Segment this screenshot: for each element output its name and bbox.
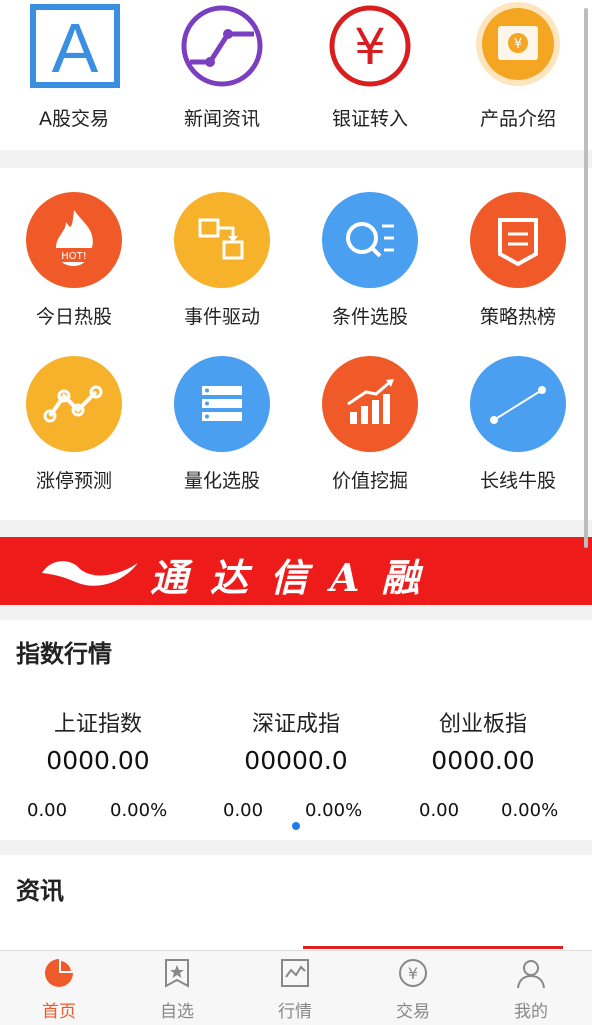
index-change: 0.00 <box>27 800 68 821</box>
feature-label: 今日热股 <box>35 306 112 328</box>
tab-label: 交易 <box>396 1002 430 1022</box>
index-section-title: 指数行情 <box>16 640 112 668</box>
feature-label: 涨停预测 <box>35 470 112 492</box>
svg-text:HOT!: HOT! <box>61 251 87 262</box>
tab-label: 我的 <box>514 1002 548 1022</box>
feature-label: 策略热榜 <box>479 306 556 328</box>
favorites-star-icon <box>165 959 189 988</box>
shortcut-transfer[interactable]: ¥ 银证转入 <box>296 0 444 150</box>
news-section: 资讯 <box>0 855 592 955</box>
index-change-pct: 0.00% <box>305 800 363 821</box>
tab-label: 首页 <box>42 1002 76 1022</box>
feature-label: 条件选股 <box>331 306 408 328</box>
index-change: 0.00 <box>223 800 264 821</box>
tab-market[interactable]: 行情 <box>236 951 354 1025</box>
yen-transfer-icon: ¥ <box>329 5 411 87</box>
quant-list-icon <box>174 356 270 452</box>
value-chart-icon <box>322 356 418 452</box>
index-name: 深证成指 <box>251 712 340 737</box>
feature-quant-select[interactable]: 量化选股 <box>148 338 296 508</box>
home-pie-icon <box>45 959 73 987</box>
market-chart-icon <box>281 959 309 987</box>
shortcut-label: 新闻资讯 <box>183 108 260 130</box>
news-section-title: 资讯 <box>16 877 64 905</box>
index-item-shenzhen[interactable]: 深证成指 00000.0 0.00 0.00% <box>198 706 394 821</box>
feature-strategy-ranking[interactable]: 策略热榜 <box>444 168 592 338</box>
index-item-shanghai[interactable]: 上证指数 0000.00 0.00 0.00% <box>0 706 196 821</box>
feature-label: 事件驱动 <box>183 306 260 328</box>
shortcut-label: 产品介绍 <box>479 108 556 130</box>
feature-condition-select[interactable]: 条件选股 <box>296 168 444 338</box>
index-value: 0000.00 <box>431 746 535 775</box>
feature-label: 价值挖掘 <box>331 470 408 492</box>
strategy-banner-icon <box>470 192 566 288</box>
index-value: 00000.0 <box>244 746 348 775</box>
feature-long-term-bull[interactable]: 长线牛股 <box>444 338 592 508</box>
profile-user-icon <box>517 960 545 989</box>
tab-label: 自选 <box>160 1002 194 1022</box>
pager-dot[interactable] <box>292 822 300 830</box>
shortcut-product[interactable]: ¥ 产品介绍 <box>444 0 592 150</box>
index-value: 0000.00 <box>46 746 150 775</box>
long-line-icon <box>470 356 566 452</box>
index-change-pct: 0.00% <box>110 800 168 821</box>
tab-profile[interactable]: 我的 <box>472 951 590 1025</box>
index-name: 上证指数 <box>53 712 142 737</box>
tab-favorites[interactable]: 自选 <box>118 951 236 1025</box>
index-change: 0.00 <box>419 800 460 821</box>
feature-grid: HOT! 今日热股 事件驱动 条件选股 策略热榜 涨停预测 量化选股 价值挖掘 … <box>0 168 592 520</box>
index-name: 创业板指 <box>438 712 527 737</box>
a-share-icon: A <box>30 4 120 88</box>
svg-text:A: A <box>52 9 99 87</box>
index-change-pct: 0.00% <box>501 800 559 821</box>
svg-text:¥: ¥ <box>408 964 418 983</box>
shortcut-news[interactable]: 新闻资讯 <box>148 0 296 150</box>
tab-label: 行情 <box>278 1002 312 1022</box>
filter-search-icon <box>322 192 418 288</box>
rise-forecast-icon <box>26 356 122 452</box>
index-section: 指数行情 上证指数 0000.00 0.00 0.00% 深证成指 00000.… <box>0 620 592 840</box>
feature-label: 长线牛股 <box>479 470 556 492</box>
feature-event-driven[interactable]: 事件驱动 <box>148 168 296 338</box>
hot-fire-icon: HOT! <box>26 192 122 288</box>
news-trend-icon <box>181 5 263 87</box>
bottom-tabbar: 首页 自选 行情 ¥ 交易 我的 <box>0 950 592 1025</box>
feature-limit-up-forecast[interactable]: 涨停预测 <box>0 338 148 508</box>
top-shortcuts: A A股交易 新闻资讯 ¥ 银证转入 ¥ 产品介绍 <box>0 0 592 150</box>
svg-text:¥: ¥ <box>514 37 522 52</box>
index-item-chinext[interactable]: 创业板指 0000.00 0.00 0.00% <box>385 706 581 821</box>
tab-trade[interactable]: ¥ 交易 <box>354 951 472 1025</box>
news-tab-indicator <box>303 946 563 949</box>
shortcut-a-share[interactable]: A A股交易 <box>0 0 148 150</box>
banner-text: 通达信A融 <box>150 555 442 600</box>
scrollbar[interactable] <box>584 8 588 548</box>
svg-text:¥: ¥ <box>354 18 386 76</box>
feature-hot-stocks[interactable]: HOT! 今日热股 <box>0 168 148 338</box>
shortcut-label: A股交易 <box>39 108 109 130</box>
event-flow-icon <box>174 192 270 288</box>
trade-yen-icon: ¥ <box>399 959 427 987</box>
promo-banner[interactable]: 通达信A融 <box>0 537 592 605</box>
swoosh-logo-icon <box>42 561 138 586</box>
shortcut-label: 银证转入 <box>331 108 408 130</box>
feature-value-mining[interactable]: 价值挖掘 <box>296 338 444 508</box>
tab-home[interactable]: 首页 <box>0 951 118 1025</box>
product-ticket-icon: ¥ <box>476 2 560 86</box>
feature-label: 量化选股 <box>183 470 260 492</box>
